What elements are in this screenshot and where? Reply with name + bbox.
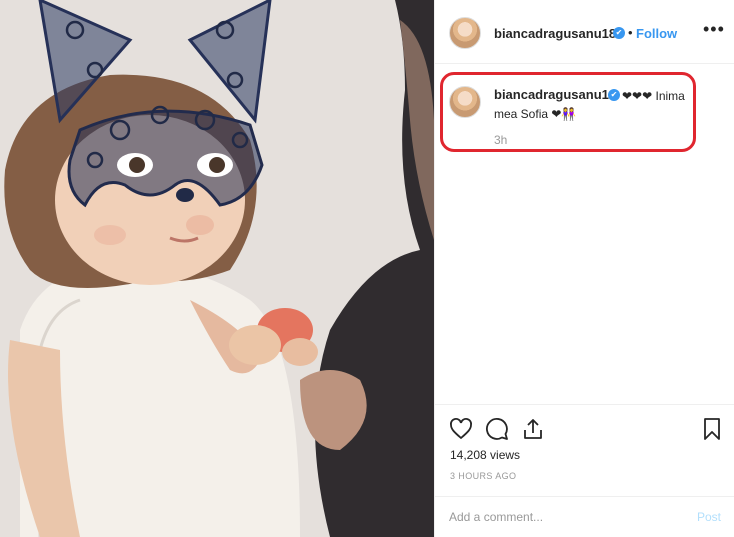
comment-input[interactable] bbox=[449, 508, 679, 526]
verified-icon: ✔ bbox=[613, 27, 625, 39]
post-header: biancadragusanu18 ✔ • Follow ••• bbox=[435, 0, 734, 64]
comment-bar: Post bbox=[435, 496, 734, 537]
username-link[interactable]: biancadragusanu18 bbox=[494, 26, 616, 41]
caption-text-line2: mea Sofia ❤👭 bbox=[494, 107, 577, 121]
views-count[interactable]: 14,208 views bbox=[450, 448, 520, 462]
heart-icon[interactable] bbox=[449, 417, 473, 441]
post-sidebar: biancadragusanu18 ✔ • Follow ••• biancad… bbox=[434, 0, 734, 537]
comment-icon[interactable] bbox=[485, 417, 509, 441]
caption-age[interactable]: 3h bbox=[494, 133, 507, 147]
caption-username-link[interactable]: biancadragusanu18 bbox=[494, 87, 616, 102]
share-icon[interactable] bbox=[521, 417, 545, 441]
caption-avatar[interactable] bbox=[449, 86, 481, 118]
post-video[interactable] bbox=[0, 0, 434, 537]
follow-button[interactable]: Follow bbox=[636, 26, 677, 41]
separator-dot: • bbox=[628, 25, 633, 40]
caption-text-line1: ❤❤❤ Inima bbox=[622, 89, 685, 103]
verified-icon: ✔ bbox=[608, 89, 620, 101]
bookmark-icon[interactable] bbox=[700, 417, 724, 441]
avatar[interactable] bbox=[449, 17, 481, 49]
post-time[interactable]: 3 HOURS AGO bbox=[450, 471, 516, 481]
post-comment-button[interactable]: Post bbox=[697, 510, 721, 524]
caption-block: biancadragusanu18 ✔ ❤❤❤ Inima mea Sofia … bbox=[435, 70, 734, 160]
video-frame bbox=[0, 0, 434, 537]
more-icon[interactable]: ••• bbox=[703, 20, 725, 38]
